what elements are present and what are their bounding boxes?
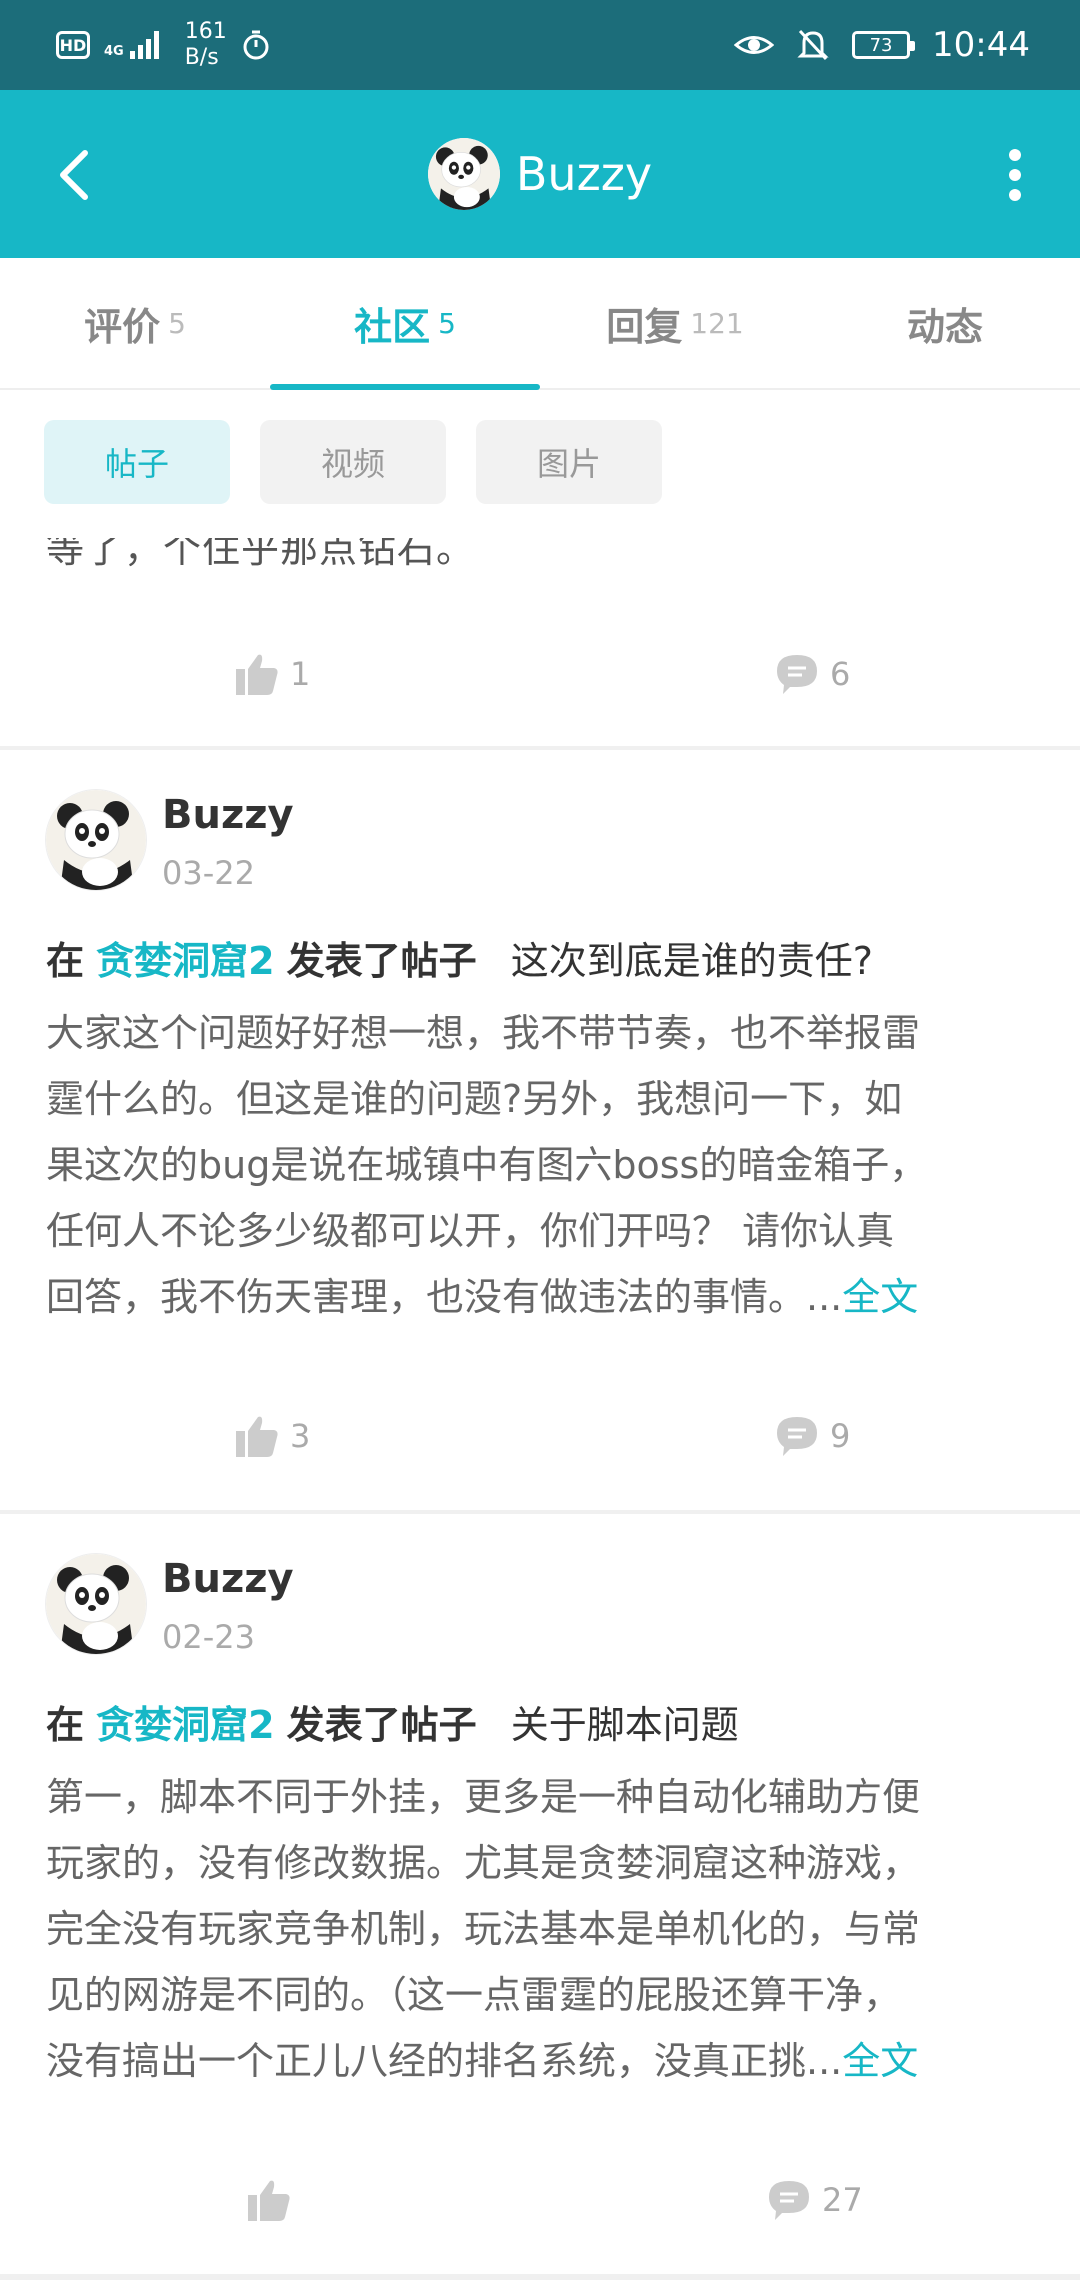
tab-replies[interactable]: 回复 121 xyxy=(540,258,810,388)
hd-badge: HD xyxy=(56,31,90,59)
thumbs-up-icon xyxy=(236,1416,278,1457)
like-button[interactable]: 3 xyxy=(234,1396,310,1476)
post-actions: 1 6 xyxy=(0,634,1080,714)
comment-icon xyxy=(769,2181,809,2220)
more-options-button[interactable] xyxy=(980,140,1050,210)
tab-count: 5 xyxy=(168,306,186,340)
post-card[interactable]: Buzzy 03-22 在 贪婪洞窟2 发表了帖子 这次到底是谁的责任? 大家这… xyxy=(0,750,1080,1510)
author-name[interactable]: Buzzy xyxy=(162,792,294,838)
read-more-link[interactable]: 全文 xyxy=(842,2039,918,2083)
tab-community[interactable]: 社区 5 xyxy=(270,258,540,390)
body-line: 任何人不论多少级都可以开，你们开吗？ 请你认真 xyxy=(46,1209,895,1253)
battery-icon: 73 xyxy=(852,31,916,59)
headline-action: 发表了帖子 xyxy=(286,939,477,983)
comment-icon xyxy=(777,1417,817,1456)
divider xyxy=(0,2274,1080,2280)
tab-label: 评价 xyxy=(84,304,161,349)
network-speed: 161 B/s xyxy=(185,19,227,71)
filter-images[interactable]: 图片 xyxy=(476,420,662,504)
avatar[interactable] xyxy=(427,138,500,210)
tab-activity[interactable]: 动态 xyxy=(810,258,1080,388)
post-title[interactable]: 这次到底是谁的责任? xyxy=(511,939,873,983)
post-title[interactable]: 关于脚本问题 xyxy=(511,1703,739,1747)
body-line: 玩家的，没有修改数据。尤其是贪婪洞窟这种游戏， xyxy=(46,1841,921,1885)
status-right: 73 10:44 xyxy=(734,0,1030,90)
read-more-link[interactable]: 全文 xyxy=(842,1275,918,1319)
speed-unit: B/s xyxy=(184,45,219,70)
headline-prefix: 在 xyxy=(46,1703,85,1747)
tab-label: 回复 xyxy=(606,304,683,349)
like-button[interactable] xyxy=(246,2160,302,2240)
panda-avatar-icon xyxy=(46,790,146,890)
filter-posts[interactable]: 帖子 xyxy=(44,420,230,504)
post-date: 03-22 xyxy=(162,854,255,892)
post-actions: 27 xyxy=(0,2160,1080,2240)
like-count: 3 xyxy=(290,1417,311,1455)
filter-chips: 帖子 视频 图片 xyxy=(44,420,662,504)
body-line-last: 没有搞出一个正儿八经的排名系统，没真正挑...全文 xyxy=(46,2028,1036,2094)
author-name[interactable]: Buzzy xyxy=(162,1556,294,1602)
tab-count: 121 xyxy=(690,306,744,340)
post-headline: 在 贪婪洞窟2 发表了帖子 这次到底是谁的责任? xyxy=(46,930,873,985)
eye-comfort-icon xyxy=(734,36,775,54)
comment-count: 6 xyxy=(830,655,851,693)
post-actions: 3 9 xyxy=(0,1396,1080,1476)
post-card[interactable]: Buzzy 02-23 在 贪婪洞窟2 发表了帖子 关于脚本问题 第一，脚本不同… xyxy=(0,1514,1080,2274)
comment-button[interactable]: 27 xyxy=(766,2160,863,2240)
like-count: 1 xyxy=(290,655,311,693)
clock: 10:44 xyxy=(932,25,1030,65)
avatar[interactable] xyxy=(46,1554,146,1654)
post-body[interactable]: 第一，脚本不同于外挂，更多是一种自动化辅助方便 玩家的，没有修改数据。尤其是贪婪… xyxy=(46,1764,1036,2094)
panda-avatar-icon xyxy=(427,138,500,210)
notifications-off-icon xyxy=(797,29,829,61)
thumbs-up-icon xyxy=(248,2180,290,2221)
body-line: 霆什么的。但这是谁的问题?另外，我想问一下，如 xyxy=(46,1077,903,1121)
body-line: 大家这个问题好好想一想，我不带节奏，也不举报雷 xyxy=(46,1011,921,1055)
post-body[interactable]: 大家这个问题好好想一想，我不带节奏，也不举报雷 霆什么的。但这是谁的问题?另外，… xyxy=(46,1000,1036,1330)
body-line-last: 回答，我不伤天害理，也没有做违法的事情。...全文 xyxy=(46,1264,1036,1330)
tab-count: 5 xyxy=(438,306,456,340)
body-line: 没有搞出一个正儿八经的排名系统，没真正挑... xyxy=(46,2039,843,2083)
body-line: 回答，我不伤天害理，也没有做违法的事情。... xyxy=(46,1275,843,1319)
game-link[interactable]: 贪婪洞窟2 xyxy=(96,939,274,983)
post-headline: 在 贪婪洞窟2 发表了帖子 关于脚本问题 xyxy=(46,1694,739,1749)
body-line: 果这次的bug是说在城镇中有图六boss的暗金箱子， xyxy=(46,1143,928,1187)
status-left: HD 4G 161 B/s xyxy=(56,0,271,90)
speed-value: 161 xyxy=(184,19,227,44)
more-vertical-icon xyxy=(1009,149,1021,201)
app-bar: Buzzy xyxy=(0,90,1080,258)
thumbs-up-icon xyxy=(236,654,278,695)
signal-icon xyxy=(129,31,159,59)
headline-action: 发表了帖子 xyxy=(286,1703,477,1747)
body-line: 第一，脚本不同于外挂，更多是一种自动化辅助方便 xyxy=(46,1775,921,1819)
game-link[interactable]: 贪婪洞窟2 xyxy=(96,1703,274,1747)
status-bar: HD 4G 161 B/s 73 10:44 xyxy=(0,0,1080,90)
filter-videos[interactable]: 视频 xyxy=(260,420,446,504)
like-button[interactable]: 1 xyxy=(234,634,310,714)
body-line: 见的网游是不同的。（这一点雷霆的屁股还算干净， xyxy=(46,1973,902,2017)
panda-avatar-icon xyxy=(46,1554,146,1654)
timer-icon xyxy=(243,30,269,60)
tab-label: 动态 xyxy=(906,304,983,349)
title-group: Buzzy xyxy=(0,90,1080,258)
post-date: 02-23 xyxy=(162,1618,255,1656)
headline-prefix: 在 xyxy=(46,939,85,983)
tab-reviews[interactable]: 评价 5 xyxy=(0,258,270,388)
comment-count: 9 xyxy=(830,1417,851,1455)
avatar[interactable] xyxy=(46,790,146,890)
comment-icon xyxy=(777,655,817,694)
comment-button[interactable]: 9 xyxy=(774,1396,850,1476)
body-line: 完全没有玩家竞争机制，玩法基本是单机化的，与常 xyxy=(46,1907,921,1951)
network-type: 4G xyxy=(104,44,124,59)
tab-label: 社区 xyxy=(354,304,431,349)
page-title: Buzzy xyxy=(515,147,653,201)
network-indicator: 4G xyxy=(104,31,159,59)
tab-bar: 评价 5 社区 5 回复 121 动态 xyxy=(0,258,1080,390)
comment-button[interactable]: 6 xyxy=(774,634,850,714)
comment-count: 27 xyxy=(822,2181,863,2219)
